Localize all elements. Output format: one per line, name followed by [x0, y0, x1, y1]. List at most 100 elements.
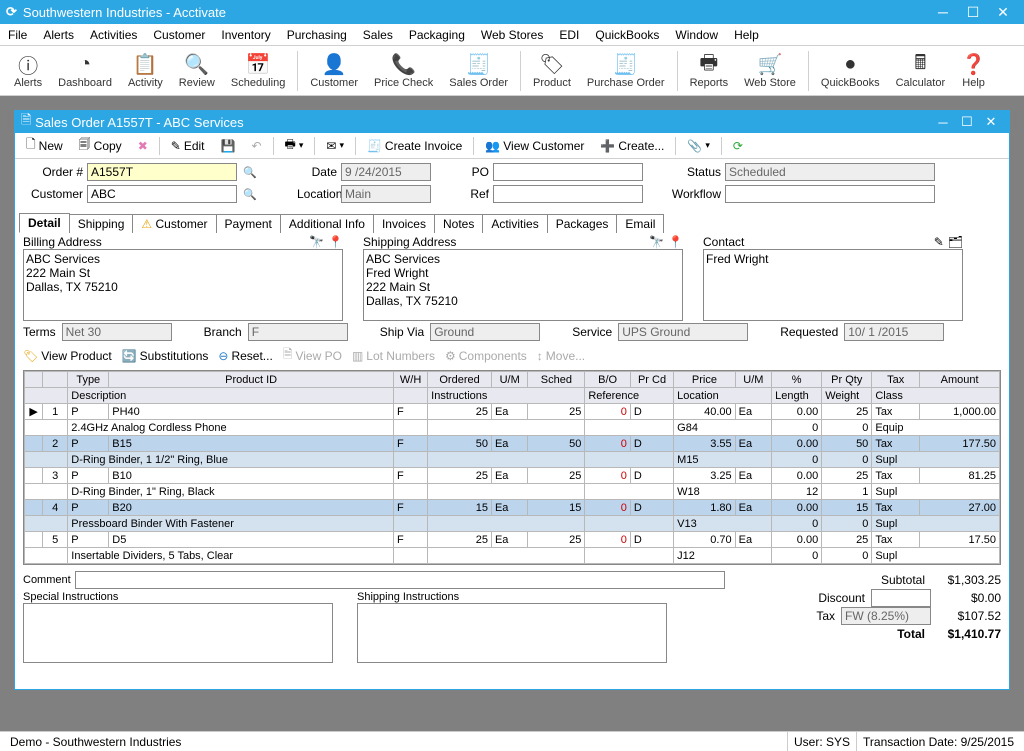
map-pin-icon[interactable]: 📍 — [668, 235, 683, 249]
close-button[interactable]: ✕ — [988, 4, 1018, 21]
maximize-button[interactable]: ☐ — [958, 4, 988, 21]
refresh-button[interactable]: ⟳ — [726, 136, 750, 156]
menu-edi[interactable]: EDI — [559, 28, 579, 42]
order-number-input[interactable] — [87, 163, 237, 181]
table-row[interactable]: 2PB15F50Ea500D3.55Ea0.0050Tax177.50 — [25, 436, 1000, 452]
new-button[interactable]: 🗋New — [19, 132, 70, 159]
table-row-desc[interactable]: Insertable Dividers, 5 Tabs, ClearJ1200S… — [25, 548, 1000, 564]
col-Product ID[interactable]: Product ID — [109, 372, 394, 388]
email-button[interactable]: ✉▾ — [319, 136, 351, 156]
card-icon[interactable]: 🗂 — [948, 235, 963, 249]
special-instructions[interactable] — [23, 603, 333, 663]
col-U/M[interactable]: U/M — [491, 372, 527, 388]
table-row-desc[interactable]: D-Ring Binder, 1" Ring, BlackW18121Supl — [25, 484, 1000, 500]
contact-text[interactable]: Fred Wright — [703, 249, 963, 321]
menu-help[interactable]: Help — [734, 28, 759, 42]
table-row[interactable]: 4PB20F15Ea150D1.80Ea0.0015Tax27.00 — [25, 500, 1000, 516]
workflow-input[interactable] — [725, 185, 935, 203]
toolbar-dashboard[interactable]: ◔Dashboard — [50, 46, 120, 95]
menu-purchasing[interactable]: Purchasing — [287, 28, 347, 42]
tab-payment[interactable]: Payment — [216, 214, 281, 233]
view-customer-button[interactable]: 👥View Customer — [478, 136, 591, 156]
menu-packaging[interactable]: Packaging — [409, 28, 465, 42]
attachment-button[interactable]: 📎▾ — [680, 136, 716, 156]
table-row-desc[interactable]: Pressboard Binder With FastenerV1300Supl — [25, 516, 1000, 532]
toolbar-calculator[interactable]: 🖩Calculator — [888, 46, 954, 95]
delete-button[interactable]: ✖ — [131, 136, 155, 156]
tab-shipping[interactable]: Shipping — [69, 214, 134, 233]
edit-button[interactable]: ✎Edit — [164, 136, 212, 156]
comment-input[interactable] — [75, 571, 725, 589]
toolbar-help[interactable]: ❓Help — [953, 46, 994, 95]
menu-sales[interactable]: Sales — [363, 28, 393, 42]
col-Sched[interactable]: Sched — [528, 372, 585, 388]
table-row-desc[interactable]: D-Ring Binder, 1 1/2" Ring, BlueM1500Sup… — [25, 452, 1000, 468]
toolbar-price-check[interactable]: 📞Price Check — [366, 46, 441, 95]
col-B/O[interactable]: B/O — [585, 372, 631, 388]
col-Pr Cd[interactable]: Pr Cd — [630, 372, 673, 388]
save-button[interactable]: 💾 — [214, 136, 243, 156]
pencil-icon[interactable]: ✎ — [934, 235, 944, 249]
tab-invoices[interactable]: Invoices — [373, 214, 435, 233]
toolbar-reports[interactable]: 🖶Reports — [682, 46, 737, 95]
toolbar-quickbooks[interactable]: ●QuickBooks — [813, 46, 888, 95]
table-row[interactable]: ▶1PPH40F25Ea250D40.00Ea0.0025Tax1,000.00 — [25, 404, 1000, 420]
tab-detail[interactable]: Detail — [19, 213, 70, 233]
binoculars-icon[interactable]: 🔭 — [309, 235, 324, 249]
toolbar-scheduling[interactable]: 📅Scheduling — [223, 46, 293, 95]
col-%[interactable]: % — [772, 372, 822, 388]
shipping-instructions[interactable] — [357, 603, 667, 663]
ref-input[interactable] — [493, 185, 643, 203]
col-Ordered[interactable]: Ordered — [428, 372, 492, 388]
inner-minimize-button[interactable]: ─ — [931, 115, 955, 130]
col-Price[interactable]: Price — [674, 372, 736, 388]
branch-input[interactable] — [248, 323, 348, 341]
menu-inventory[interactable]: Inventory — [221, 28, 270, 42]
menu-activities[interactable]: Activities — [90, 28, 137, 42]
menu-customer[interactable]: Customer — [153, 28, 205, 42]
col-sel[interactable] — [25, 372, 43, 388]
service-input[interactable] — [618, 323, 748, 341]
toolbar-web-store[interactable]: 🛒Web Store — [736, 46, 804, 95]
col-W/H[interactable]: W/H — [394, 372, 428, 388]
inner-close-button[interactable]: ✕ — [979, 114, 1003, 130]
table-row[interactable]: 5PD5F25Ea250D0.70Ea0.0025Tax17.50 — [25, 532, 1000, 548]
customer-input[interactable] — [87, 185, 237, 203]
requested-input[interactable] — [844, 323, 944, 341]
tab-packages[interactable]: Packages — [547, 214, 618, 233]
inner-maximize-button[interactable]: ☐ — [955, 114, 979, 130]
menu-webstores[interactable]: Web Stores — [481, 28, 543, 42]
print-button[interactable]: 🖶▾ — [278, 132, 311, 159]
toolbar-alerts[interactable]: ⓘAlerts — [6, 46, 50, 95]
discount-input[interactable] — [871, 589, 931, 607]
col-Type[interactable]: Type — [68, 372, 109, 388]
undo-button[interactable]: ↶ — [244, 136, 268, 156]
toolbar-product[interactable]: 🏷Product — [525, 46, 579, 95]
tab-activities[interactable]: Activities — [482, 214, 547, 233]
tax-code-input[interactable] — [841, 607, 931, 625]
line-items-grid[interactable]: TypeProduct IDW/HOrderedU/MSchedB/OPr Cd… — [24, 371, 1000, 564]
table-row[interactable]: 3PB10F25Ea250D3.25Ea0.0025Tax81.25 — [25, 468, 1000, 484]
billing-address[interactable]: ABC Services 222 Main St Dallas, TX 7521… — [23, 249, 343, 321]
minimize-button[interactable]: ─ — [928, 4, 958, 20]
shipping-address[interactable]: ABC Services Fred Wright 222 Main St Dal… — [363, 249, 683, 321]
create-invoice-button[interactable]: 🧾Create Invoice — [360, 136, 469, 156]
substitutions-button[interactable]: 🔄Substitutions — [122, 349, 209, 363]
menu-file[interactable]: File — [8, 28, 27, 42]
reset-button[interactable]: ⊖Reset... — [218, 349, 272, 363]
status-input[interactable] — [725, 163, 935, 181]
col-Tax[interactable]: Tax — [872, 372, 920, 388]
menu-window[interactable]: Window — [675, 28, 718, 42]
col-sel[interactable] — [43, 372, 68, 388]
map-pin-icon[interactable]: 📍 — [328, 235, 343, 249]
customer-search-icon[interactable]: 🔍 — [241, 188, 259, 201]
location-input[interactable] — [341, 185, 431, 203]
col-Amount[interactable]: Amount — [920, 372, 1000, 388]
tab-additional[interactable]: Additional Info — [280, 214, 374, 233]
shipvia-input[interactable] — [430, 323, 540, 341]
copy-button[interactable]: 🗐Copy — [72, 132, 129, 159]
table-row-desc[interactable]: 2.4GHz Analog Cordless PhoneG8400Equip — [25, 420, 1000, 436]
terms-input[interactable] — [62, 323, 172, 341]
create-menu-button[interactable]: ➕Create... — [593, 136, 671, 156]
date-input[interactable] — [341, 163, 431, 181]
